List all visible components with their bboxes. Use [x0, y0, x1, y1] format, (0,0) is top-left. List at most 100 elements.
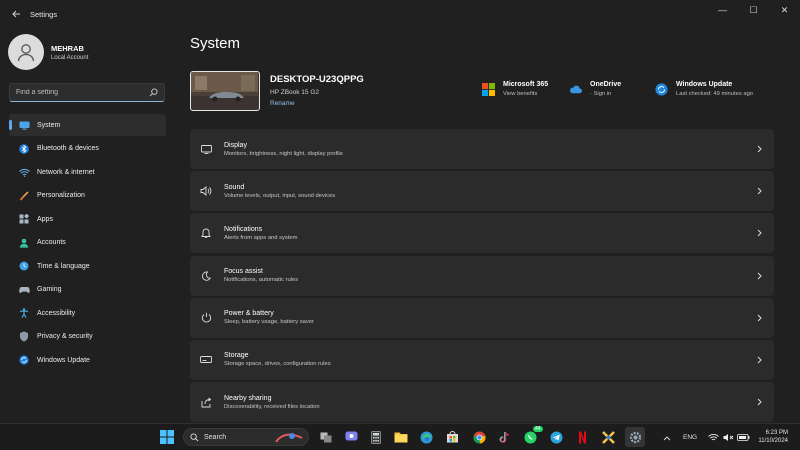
settings-search-box[interactable] — [9, 83, 165, 102]
user-profile[interactable]: MEHRAB Local Account — [8, 34, 88, 70]
wifi-icon[interactable] — [708, 424, 719, 450]
chevron-right-icon — [757, 145, 762, 153]
sidebar-item-label: Privacy & security — [37, 333, 93, 340]
sidebar-item-time-language[interactable]: Time & language — [9, 255, 166, 277]
windows-update-status[interactable]: Windows Update Last checked: 49 minutes … — [655, 81, 753, 97]
volume-muted-icon[interactable] — [723, 424, 734, 450]
card-storage[interactable]: Storage Storage space, drives, configurat… — [190, 339, 774, 380]
sidebar-item-accessibility[interactable]: Accessibility — [9, 302, 166, 324]
chevron-right-icon — [757, 398, 762, 406]
microsoft365-sub: View benefits — [503, 91, 538, 97]
sidebar-item-gaming[interactable]: Gaming — [9, 279, 166, 301]
sidebar-item-windows-update[interactable]: Windows Update — [9, 349, 166, 371]
chevron-right-icon — [757, 230, 762, 237]
taskbar-clock[interactable]: 6:23 PM 11/10/2024 — [758, 429, 788, 445]
sidebar-item-network[interactable]: Network & internet — [9, 161, 166, 183]
update-icon — [655, 83, 668, 96]
minimize-button[interactable]: — — [707, 0, 738, 20]
card-notifications[interactable]: Notifications Alerts from apps and system — [190, 213, 774, 254]
close-button[interactable]: ✕ — [769, 0, 800, 20]
person-icon — [18, 237, 30, 249]
search-icon[interactable] — [149, 88, 158, 97]
telegram-icon[interactable] — [548, 429, 564, 445]
tiktok-icon[interactable] — [496, 429, 512, 445]
clock-date: 11/10/2024 — [758, 438, 788, 444]
clock-time: 6:23 PM — [765, 430, 788, 436]
desktop-wallpaper-thumbnail[interactable] — [190, 71, 260, 111]
app-title: Settings — [30, 9, 58, 19]
battery-icon[interactable] — [737, 424, 750, 450]
rename-link[interactable]: Rename — [270, 100, 364, 107]
microsoft365-status[interactable]: Microsoft 365 View benefits — [482, 81, 548, 97]
microsoft-store-icon[interactable] — [444, 429, 460, 445]
maximize-button[interactable]: ☐ — [738, 0, 769, 20]
microsoft-logo-icon — [482, 83, 495, 96]
cloud-icon — [570, 85, 582, 94]
onedrive-title: OneDrive — [590, 81, 622, 88]
card-title: Power & battery — [224, 310, 274, 318]
sidebar-item-label: Bluetooth & devices — [37, 145, 99, 152]
sidebar-item-label: Personalization — [37, 192, 85, 199]
sidebar-item-privacy[interactable]: Privacy & security — [9, 326, 166, 348]
taskbar-search-label: Search — [204, 433, 227, 441]
card-subtitle: Alerts from apps and system — [224, 234, 298, 241]
language-indicator[interactable]: ENG — [683, 424, 697, 450]
globe-clock-icon — [18, 260, 30, 272]
card-display[interactable]: Display Monitors, brightness, night light… — [190, 129, 774, 169]
card-power-battery[interactable]: Power & battery Sleep, battery usage, bat… — [190, 297, 774, 338]
edge-browser-icon[interactable] — [418, 429, 434, 445]
sidebar-item-label: Windows Update — [37, 356, 90, 364]
settings-taskbar-icon[interactable] — [625, 427, 645, 447]
user-name: MEHRAB — [51, 43, 84, 53]
update-icon — [18, 354, 30, 366]
back-arrow-icon[interactable] — [5, 3, 27, 25]
file-explorer-icon[interactable] — [393, 429, 409, 445]
apps-icon — [18, 213, 30, 225]
card-title: Display — [224, 141, 247, 149]
taskbar-search[interactable]: Search — [183, 428, 309, 446]
windows-start-icon[interactable] — [160, 430, 174, 444]
card-focus-assist[interactable]: Focus assist Notifications, automatic rul… — [190, 255, 774, 296]
sidebar-item-label: Gaming — [37, 286, 62, 293]
whatsapp-icon[interactable]: 44 — [522, 425, 544, 445]
system-icon — [18, 119, 30, 131]
sidebar-item-label: Accessibility — [37, 309, 76, 317]
windows-update-title: Windows Update — [676, 81, 733, 88]
chevron-right-icon — [757, 187, 762, 195]
app-pinned-icon[interactable] — [600, 429, 616, 445]
page-title: System — [190, 35, 241, 52]
search-icon — [190, 432, 199, 441]
netflix-icon[interactable] — [574, 429, 590, 445]
card-sound[interactable]: Sound Volume levels, output, input, sound… — [190, 171, 774, 212]
calculator-icon[interactable] — [368, 429, 384, 445]
card-subtitle: Volume levels, output, input, sound devi… — [224, 192, 336, 199]
card-subtitle: Storage space, drives, configuration rul… — [224, 361, 331, 368]
show-hidden-icons-icon[interactable] — [663, 424, 671, 450]
brush-icon — [18, 190, 30, 202]
card-title: Notifications — [224, 225, 263, 233]
person-icon — [17, 44, 35, 62]
card-title: Nearby sharing — [224, 394, 272, 402]
card-nearby-sharing[interactable]: Nearby sharing Discoverability, received … — [190, 382, 774, 423]
device-model: HP ZBook 15 G2 — [270, 89, 320, 96]
onedrive-status[interactable]: OneDrive · Sign in — [569, 81, 621, 97]
chrome-icon[interactable] — [471, 429, 487, 445]
sidebar-item-system[interactable]: System — [9, 114, 166, 136]
task-view-icon[interactable] — [318, 429, 334, 445]
sidebar-item-label: Network & internet — [37, 168, 95, 176]
chevron-right-icon — [757, 356, 762, 364]
shield-icon — [18, 331, 30, 343]
sidebar-item-accounts[interactable]: Accounts — [9, 232, 166, 254]
teams-chat-icon[interactable] — [343, 429, 359, 445]
sidebar-item-personalization[interactable]: Personalization — [9, 185, 166, 207]
settings-cards: Display Monitors, brightness, night light… — [190, 129, 774, 424]
share-icon — [200, 396, 212, 408]
search-input[interactable] — [16, 89, 149, 96]
power-icon — [200, 312, 212, 324]
sidebar-item-bluetooth[interactable]: Bluetooth & devices — [9, 138, 166, 160]
sidebar: MEHRAB Local Account System Bluetooth & … — [0, 28, 175, 423]
moon-icon — [200, 270, 212, 282]
sidebar-nav: System Bluetooth & devices Network & int… — [9, 114, 166, 373]
title-bar: Settings — ☐ ✕ — [0, 0, 800, 28]
sidebar-item-apps[interactable]: Apps — [9, 208, 166, 230]
